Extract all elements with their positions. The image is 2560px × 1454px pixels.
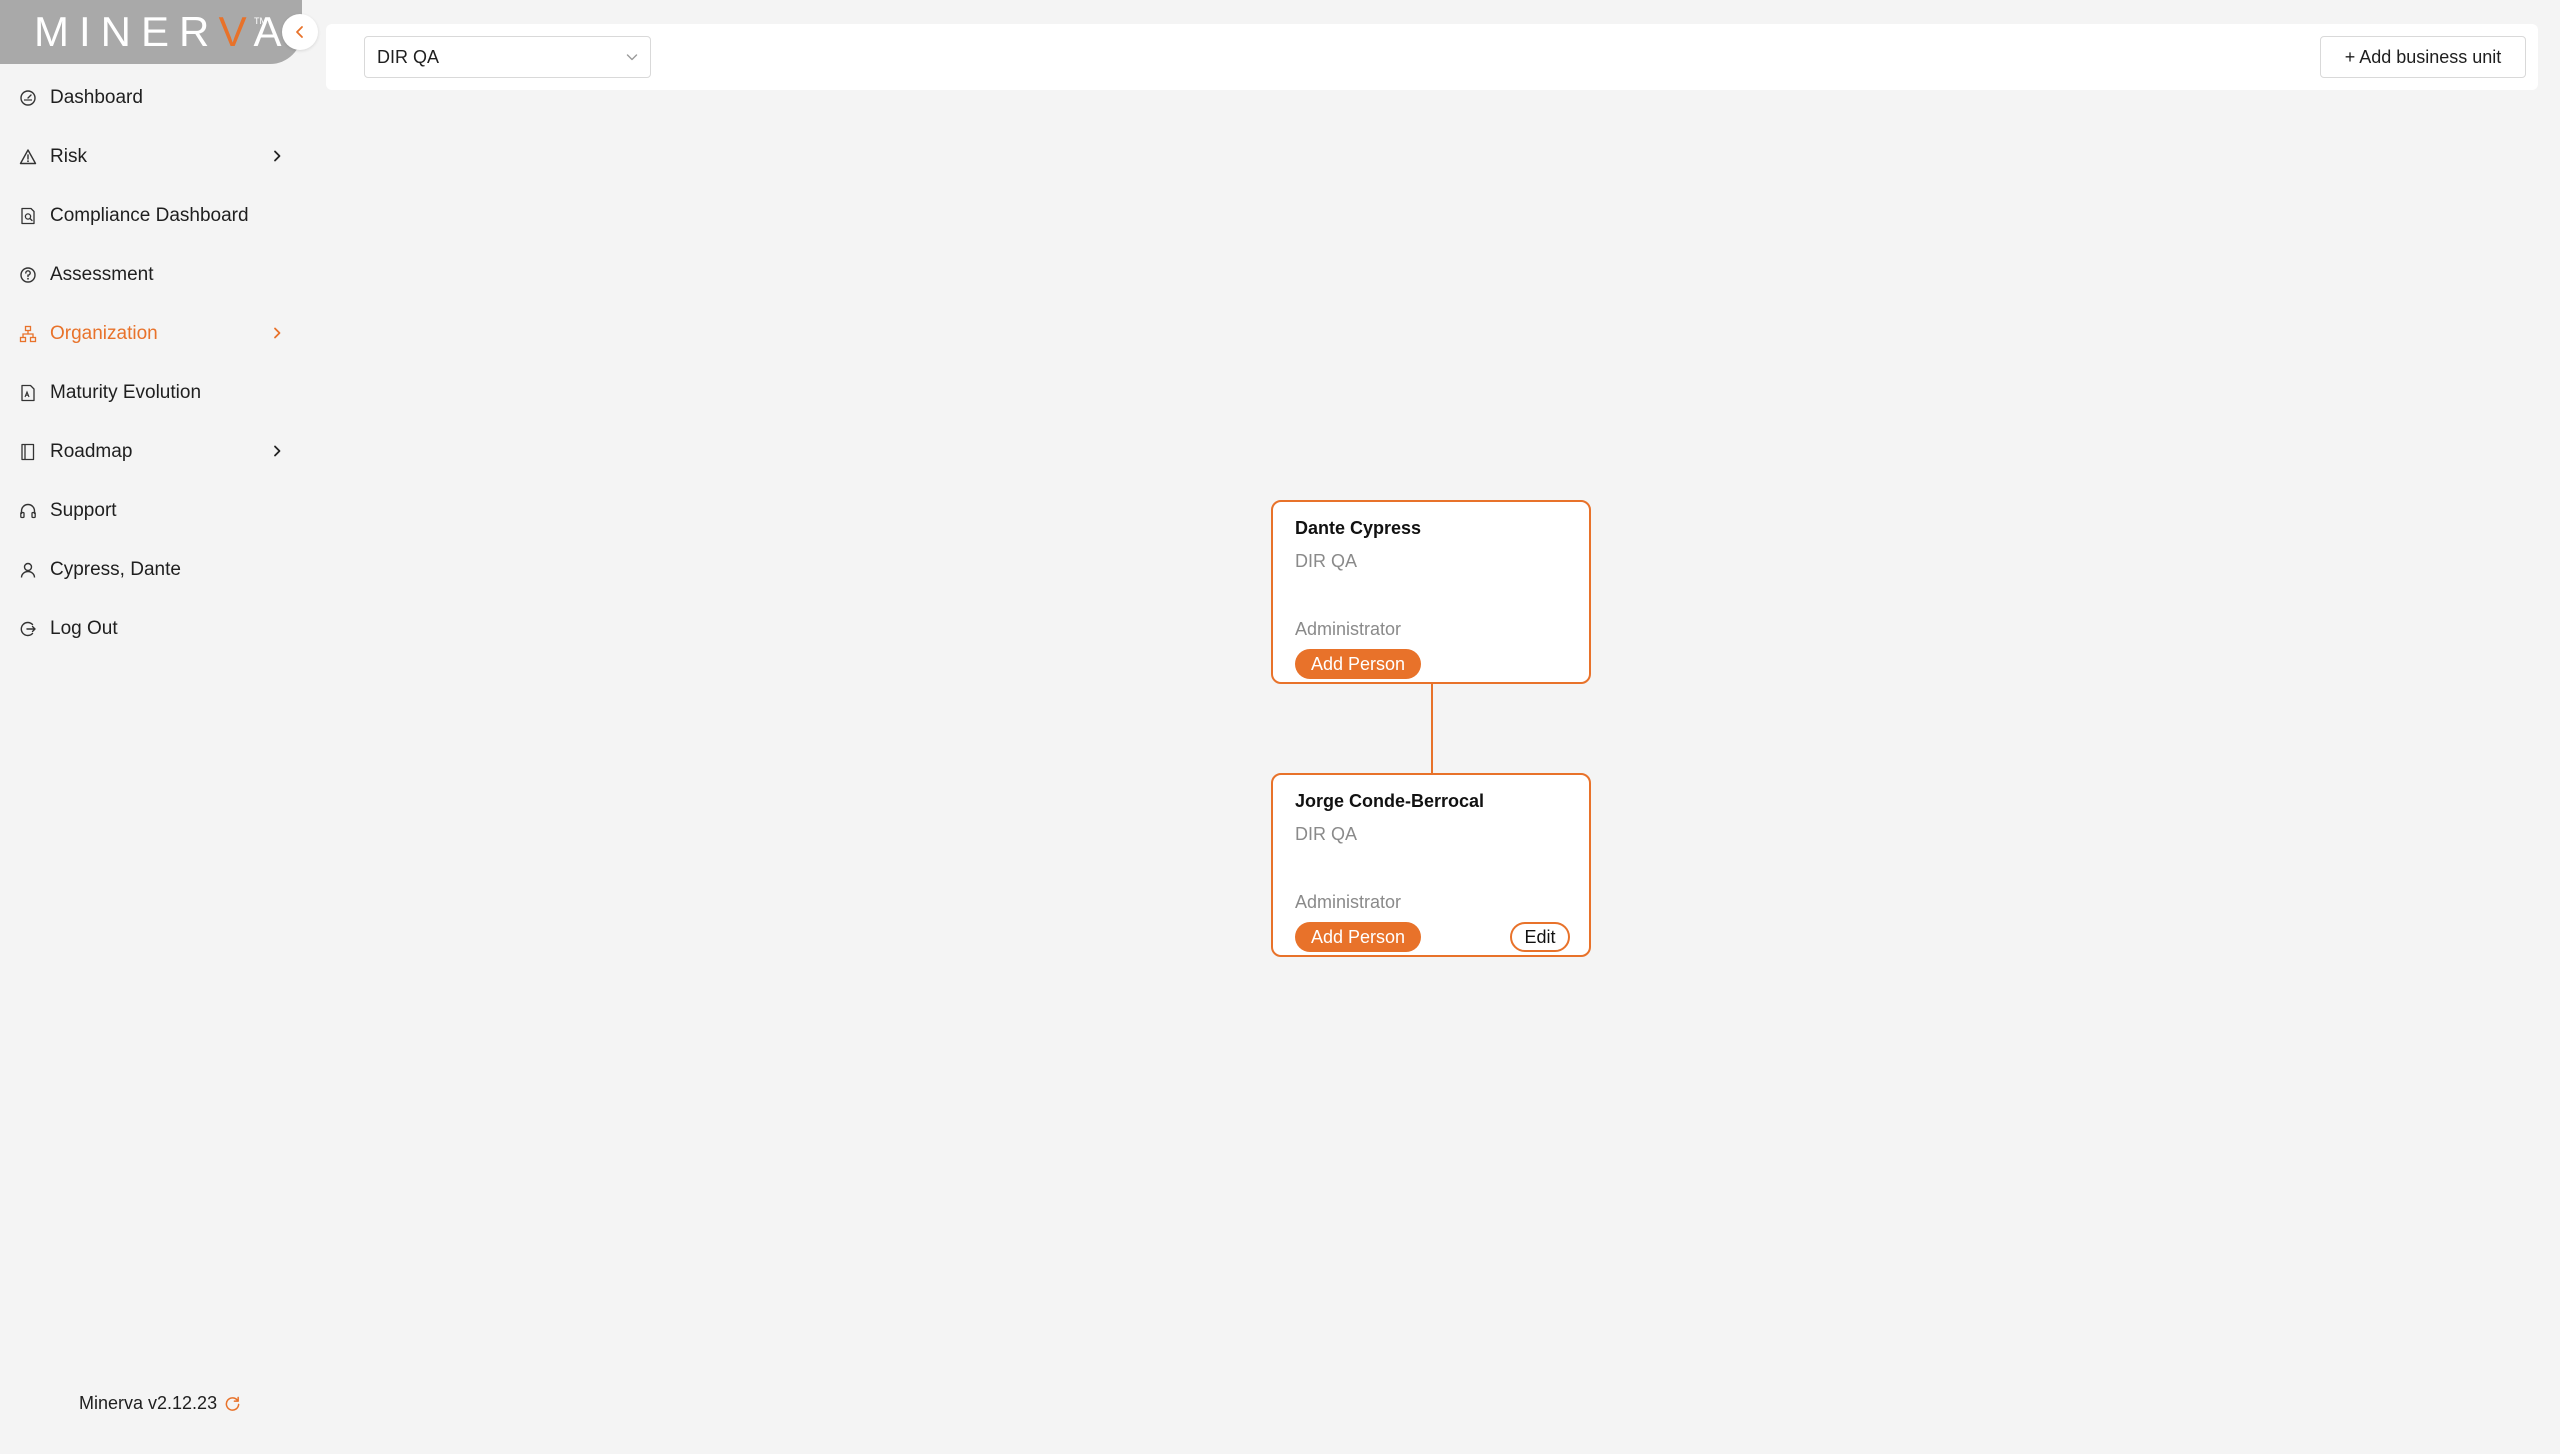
- logo-prefix: MINER: [34, 8, 219, 55]
- collapse-sidebar-button[interactable]: [282, 14, 318, 50]
- logo-accent: V: [218, 8, 254, 55]
- sidebar-item-compliance-dashboard[interactable]: Compliance Dashboard: [0, 186, 302, 245]
- document-search-icon: [18, 206, 38, 226]
- warning-triangle-icon: [18, 147, 38, 167]
- sidebar-item-user-profile[interactable]: Cypress, Dante: [0, 540, 302, 599]
- add-person-button[interactable]: Add Person: [1295, 922, 1421, 952]
- pdf-document-icon: [18, 383, 38, 403]
- headset-icon: [18, 501, 38, 521]
- person-business-unit: DIR QA: [1295, 551, 1358, 571]
- add-person-button[interactable]: Add Person: [1295, 649, 1421, 679]
- question-circle-icon: [18, 265, 38, 285]
- sidebar-item-label: Maturity Evolution: [50, 381, 202, 403]
- user-icon: [18, 560, 38, 580]
- org-chart-connector: [1431, 683, 1433, 774]
- sidebar-item-label: Dashboard: [50, 86, 143, 108]
- app-version: Minerva v2.12.23: [79, 1393, 241, 1414]
- person-card: Dante Cypress DIR QA Administrator Add P…: [1271, 500, 1591, 684]
- sidebar-nav: Dashboard Risk Compliance Dashboard Asse…: [0, 68, 302, 658]
- refresh-icon[interactable]: [224, 1395, 241, 1412]
- chevron-right-icon: [268, 147, 286, 165]
- org-chart-icon: [18, 324, 38, 344]
- person-card: Jorge Conde-Berrocal DIR QA Administrato…: [1271, 773, 1591, 957]
- version-label: Minerva v2.12.23: [79, 1393, 218, 1413]
- gauge-icon: [18, 88, 38, 108]
- sidebar-item-label: Compliance Dashboard: [50, 204, 249, 226]
- sidebar: MINERVA TM Dashboard Risk Compliance Das…: [0, 0, 318, 1454]
- person-name: Jorge Conde-Berrocal: [1295, 791, 1485, 811]
- business-unit-selected-value: DIR QA: [377, 46, 440, 67]
- chevron-right-icon: [268, 324, 286, 342]
- sidebar-item-label: Support: [50, 499, 117, 521]
- top-bar: DIR QA + Add business unit: [326, 24, 2538, 90]
- person-role: Administrator: [1295, 892, 1402, 912]
- chevron-right-icon: [268, 442, 286, 460]
- sidebar-item-label: Assessment: [50, 263, 154, 285]
- sidebar-item-assessment[interactable]: Assessment: [0, 245, 302, 304]
- business-unit-select[interactable]: DIR QA: [364, 36, 651, 78]
- sidebar-item-risk[interactable]: Risk: [0, 127, 302, 186]
- sidebar-item-label: Cypress, Dante: [50, 558, 181, 580]
- person-name: Dante Cypress: [1295, 518, 1422, 538]
- edit-person-button[interactable]: Edit: [1510, 922, 1570, 952]
- sidebar-item-roadmap[interactable]: Roadmap: [0, 422, 302, 481]
- person-business-unit: DIR QA: [1295, 824, 1358, 844]
- chevron-down-icon: [624, 49, 640, 70]
- sidebar-item-label: Roadmap: [50, 440, 133, 462]
- sidebar-item-label: Organization: [50, 322, 158, 344]
- minerva-logo[interactable]: MINERVA: [34, 8, 292, 56]
- sidebar-item-label: Log Out: [50, 617, 118, 639]
- trademark-mark: TM: [254, 16, 267, 26]
- logo-bar: MINERVA TM: [0, 0, 302, 64]
- sidebar-item-log-out[interactable]: Log Out: [0, 599, 302, 658]
- sidebar-item-organization[interactable]: Organization: [0, 304, 302, 363]
- sidebar-item-dashboard[interactable]: Dashboard: [0, 68, 302, 127]
- logout-icon: [18, 619, 38, 639]
- person-role: Administrator: [1295, 619, 1402, 639]
- sidebar-item-support[interactable]: Support: [0, 481, 302, 540]
- chevron-left-icon: [296, 26, 303, 38]
- sidebar-item-label: Risk: [50, 145, 87, 167]
- sidebar-item-maturity-evolution[interactable]: Maturity Evolution: [0, 363, 302, 422]
- book-icon: [18, 442, 38, 462]
- add-business-unit-button[interactable]: + Add business unit: [2320, 36, 2526, 78]
